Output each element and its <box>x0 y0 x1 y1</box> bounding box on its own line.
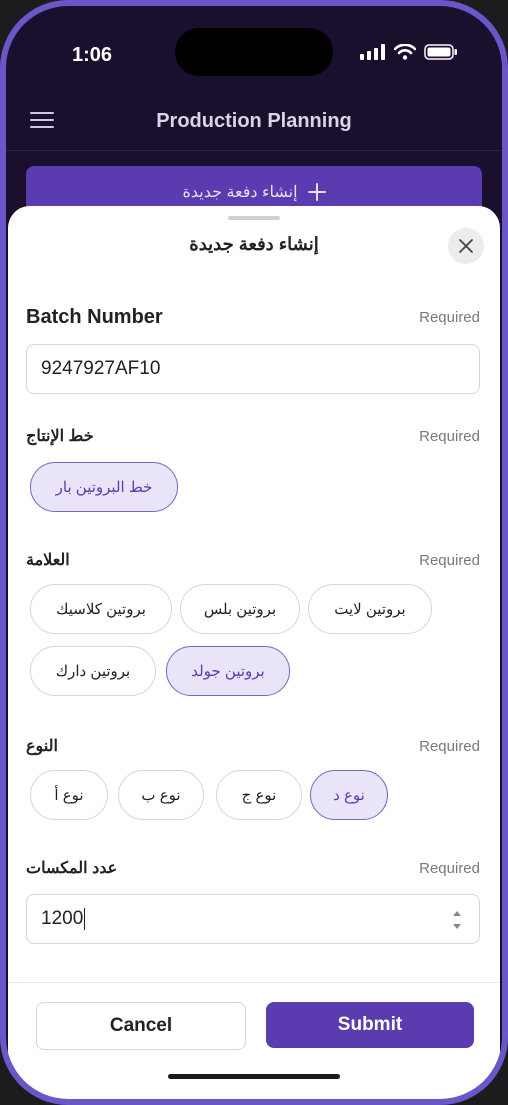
brand-chip-3[interactable]: بروتين جولد <box>166 646 290 696</box>
status-icons <box>360 44 458 60</box>
status-time: 1:06 <box>72 44 113 66</box>
batch-number-label: Batch Number <box>26 306 163 328</box>
required-label: Required <box>419 737 480 755</box>
sheet-title: إنشاء دفعة جديدة <box>189 234 319 254</box>
footer-divider <box>8 982 500 983</box>
type-chip-2[interactable]: نوع ب <box>118 770 204 820</box>
signal-icon <box>360 44 385 60</box>
brand-label: العلامة <box>26 552 70 569</box>
screen: 1:06 Production Planning إنشاء دفعة جديد… <box>6 6 502 1099</box>
box-count-label-row: عدد المكسات Required <box>26 858 480 878</box>
close-button[interactable] <box>448 228 484 264</box>
home-indicator <box>168 1074 340 1079</box>
box-count-input[interactable]: 1200 <box>26 894 480 944</box>
phone-frame: 1:06 Production Planning إنشاء دفعة جديد… <box>0 0 508 1105</box>
required-label: Required <box>419 859 480 877</box>
submit-button[interactable]: Submit <box>266 1002 474 1048</box>
stepper-arrows-icon[interactable] <box>451 907 463 933</box>
type-chip-0[interactable]: نوع د <box>310 770 388 820</box>
required-label: Required <box>419 427 480 445</box>
type-chip-3[interactable]: نوع أ <box>30 770 108 820</box>
wifi-icon <box>394 44 416 60</box>
production-line-label: خط الإنتاج <box>26 428 94 445</box>
app-header: Production Planning <box>6 94 502 151</box>
brand-chip-4[interactable]: بروتين دارك <box>30 646 156 696</box>
create-batch-sheet: إنشاء دفعة جديدة Batch Number Required 9… <box>8 206 500 1099</box>
box-count-value: 1200 <box>41 908 84 929</box>
brand-chip-0[interactable]: بروتين لايت <box>308 584 432 634</box>
battery-icon <box>424 44 457 60</box>
production-line-chip-0[interactable]: خط البروتين بار <box>30 462 178 512</box>
brand-chip-1[interactable]: بروتين بلس <box>180 584 300 634</box>
sheet-grabber[interactable] <box>228 216 280 220</box>
create-batch-label: إنشاء دفعة جديدة <box>182 184 298 201</box>
required-label: Required <box>419 551 480 569</box>
plus-icon <box>307 183 326 201</box>
close-icon <box>459 239 473 253</box>
brand-label-row: العلامة Required <box>26 550 480 570</box>
production-line-label-row: خط الإنتاج Required <box>26 426 480 446</box>
page-title: Production Planning <box>156 110 352 132</box>
type-chip-1[interactable]: نوع ج <box>216 770 302 820</box>
required-label: Required <box>419 309 480 326</box>
type-label: النوع <box>26 738 58 755</box>
brand-chip-2[interactable]: بروتين كلاسيك <box>30 584 172 634</box>
type-label-row: النوع Required <box>26 736 480 756</box>
box-count-label: عدد المكسات <box>26 860 118 877</box>
dynamic-island <box>175 28 333 76</box>
text-cursor <box>84 908 86 930</box>
batch-number-label-row: Batch Number Required <box>26 306 480 329</box>
cancel-button[interactable]: Cancel <box>36 1002 246 1050</box>
batch-number-input[interactable]: 9247927AF10 <box>26 344 480 394</box>
